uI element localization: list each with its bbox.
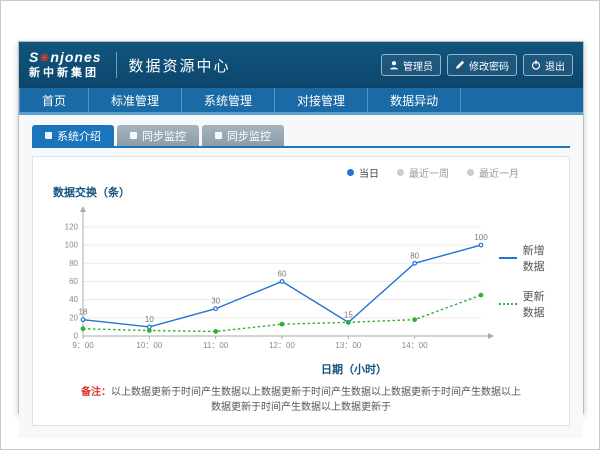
tab-label: 同步监控	[227, 128, 271, 144]
tab-bar: 系统介绍 同步监控 同步监控	[32, 125, 570, 146]
admin-label: 管理员	[403, 58, 433, 73]
svg-text:100: 100	[474, 233, 488, 242]
svg-text:18: 18	[79, 308, 88, 317]
tab-label: 系统介绍	[57, 128, 101, 144]
change-password-button[interactable]: 修改密码	[447, 54, 517, 76]
filter-label: 当日	[359, 165, 379, 180]
filter-last-week[interactable]: 最近一周	[397, 165, 449, 180]
logo-text: S✳njones	[29, 50, 102, 66]
tab-underline	[32, 146, 570, 148]
nav-item-home[interactable]: 首页	[19, 88, 89, 112]
svg-text:100: 100	[65, 241, 79, 250]
main-nav: 首页 标准管理 系统管理 对接管理 数据异动	[19, 88, 583, 115]
svg-text:12：00: 12：00	[269, 341, 295, 350]
svg-text:10: 10	[145, 315, 154, 324]
filter-today[interactable]: 当日	[347, 165, 379, 180]
nav-item-system-mgmt[interactable]: 系统管理	[182, 88, 275, 112]
tab-sync-monitor-2[interactable]: 同步监控	[202, 125, 284, 146]
svg-text:9：00: 9：00	[72, 341, 94, 350]
svg-text:15: 15	[344, 310, 353, 319]
footnote-text: 以上数据更新于时间产生数据以上数据更新于时间产生数据以上数据更新于时间产生数据以…	[111, 387, 521, 413]
radio-dot-icon	[397, 169, 404, 176]
app-window: S✳njones 新中新集团 数据资源中心 管理员 修改密码	[18, 41, 584, 414]
admin-user-button[interactable]: 管理员	[381, 54, 441, 76]
footnote-prefix: 备注：	[81, 387, 111, 398]
svg-text:10：00: 10：00	[136, 341, 162, 350]
user-icon	[389, 60, 399, 70]
svg-text:14：00: 14：00	[402, 341, 428, 350]
content-area: 系统介绍 同步监控 同步监控 当日	[19, 115, 583, 438]
radio-dot-icon	[347, 169, 354, 176]
filter-label: 最近一月	[479, 165, 519, 180]
legend-update-data[interactable]: 更新数据	[499, 288, 555, 320]
svg-text:60: 60	[69, 277, 78, 286]
tab-icon	[45, 132, 52, 139]
footnote: 备注：以上数据更新于时间产生数据以上数据更新于时间产生数据以上数据更新于时间产生…	[47, 377, 555, 415]
tab-icon	[215, 132, 222, 139]
company-name: 新中新集团	[29, 66, 102, 80]
header-divider	[116, 52, 117, 78]
svg-text:13：00: 13：00	[335, 341, 361, 350]
svg-text:0: 0	[74, 332, 79, 341]
tab-system-intro[interactable]: 系统介绍	[32, 125, 114, 146]
svg-text:30: 30	[211, 297, 220, 306]
change-password-label: 修改密码	[469, 58, 509, 73]
nav-item-connect-mgmt[interactable]: 对接管理	[275, 88, 368, 112]
filter-label: 最近一周	[409, 165, 449, 180]
tab-icon	[130, 132, 137, 139]
logo: S✳njones 新中新集团	[29, 50, 102, 80]
svg-text:60: 60	[278, 269, 287, 278]
svg-text:120: 120	[65, 222, 79, 231]
logout-icon	[531, 60, 541, 70]
range-filters: 当日 最近一周 最近一月	[47, 165, 555, 180]
svg-text:40: 40	[69, 295, 78, 304]
y-axis-title: 数据交换（条）	[53, 184, 555, 200]
nav-item-data-change[interactable]: 数据异动	[368, 88, 461, 112]
tab-label: 同步监控	[142, 128, 186, 144]
page-title: 数据资源中心	[129, 55, 231, 76]
dotted-line-icon	[499, 303, 517, 305]
solid-line-icon	[499, 257, 517, 259]
page: S✳njones 新中新集团 数据资源中心 管理员 修改密码	[0, 0, 600, 450]
header-actions: 管理员 修改密码 退出	[381, 54, 573, 76]
tab-sync-monitor-1[interactable]: 同步监控	[117, 125, 199, 146]
chart-box: 0 20 40 60 80 100 120 9：00 10：00 11：00 12：00 13：00 1…	[47, 202, 499, 377]
x-axis-title: 日期（小时）	[47, 361, 499, 377]
line-chart: 0 20 40 60 80 100 120 9：00 10：00 11：00 12：00 13：00 1…	[47, 202, 499, 360]
radio-dot-icon	[467, 169, 474, 176]
logout-label: 退出	[545, 58, 565, 73]
legend-label: 更新数据	[523, 288, 555, 320]
svg-text:20: 20	[69, 313, 78, 322]
app-header: S✳njones 新中新集团 数据资源中心 管理员 修改密码	[19, 42, 583, 88]
logo-star-icon: ✳	[39, 51, 50, 65]
logout-button[interactable]: 退出	[523, 54, 573, 76]
legend-label: 新增数据	[523, 242, 555, 274]
series-legend: 新增数据 更新数据	[499, 242, 555, 338]
chart-row: 0 20 40 60 80 100 120 9：00 10：00 11：00 12：00 13：00 1…	[47, 202, 555, 377]
svg-text:80: 80	[410, 251, 419, 260]
edit-icon	[455, 60, 465, 70]
legend-new-data[interactable]: 新增数据	[499, 242, 555, 274]
svg-text:80: 80	[69, 259, 78, 268]
nav-item-standard-mgmt[interactable]: 标准管理	[89, 88, 182, 112]
chart-panel: 当日 最近一周 最近一月 数据交换（条） 0 20 40 60 80 100 120 9：00…	[32, 156, 570, 426]
filter-last-month[interactable]: 最近一月	[467, 165, 519, 180]
svg-text:11：00: 11：00	[203, 341, 229, 350]
